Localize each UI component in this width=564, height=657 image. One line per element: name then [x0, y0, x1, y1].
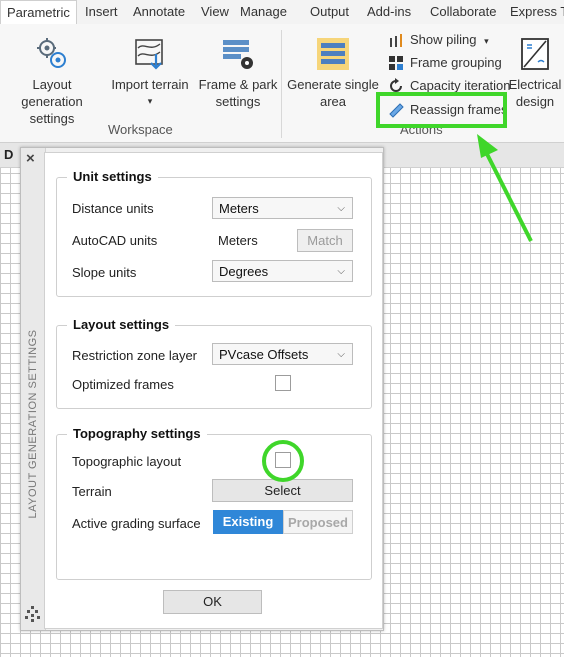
- annotation-arrow-icon: [477, 134, 533, 242]
